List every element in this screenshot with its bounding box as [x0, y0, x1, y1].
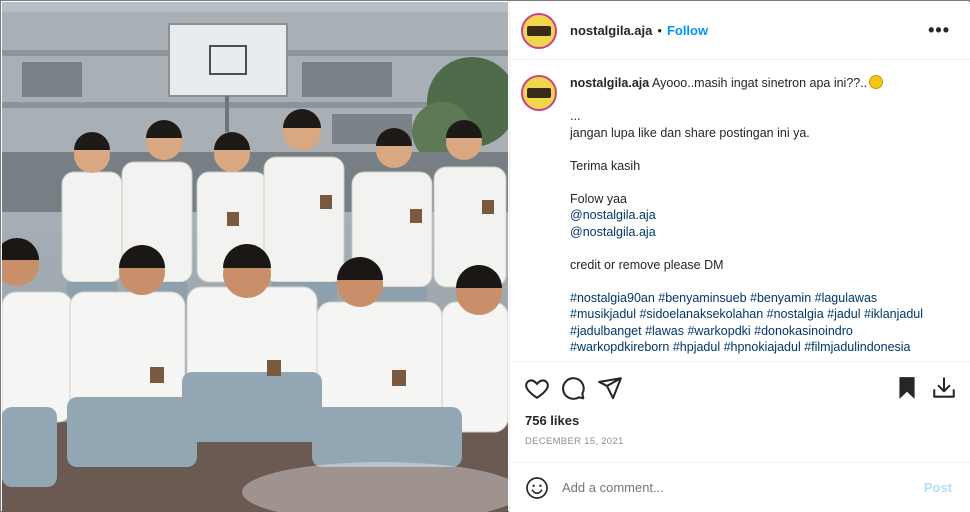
caption-line: jangan lupa like dan share postingan ini…: [570, 125, 810, 140]
caption-avatar-logo: [527, 88, 551, 98]
caption-line: [570, 141, 940, 158]
emoji-icon[interactable]: [525, 476, 549, 500]
caption-first-line: nostalgila.aja Ayooo..masih ingat sinetr…: [570, 75, 940, 92]
caption-row: nostalgila.aja Ayooo..masih ingat sinetr…: [521, 75, 956, 356]
caption-line: Terima kasih: [570, 158, 641, 173]
caption-hashtags[interactable]: #musikjadul #sidoelanaksekolahan #nostal…: [570, 306, 940, 323]
header-separator: •: [657, 23, 662, 38]
post-header: nostalgila.aja • Follow •••: [510, 2, 970, 60]
caption-line: Folow yaa: [570, 191, 627, 206]
caption-text: nostalgila.aja Ayooo..masih ingat sinetr…: [570, 75, 940, 356]
post-date[interactable]: DECEMBER 15, 2021: [525, 436, 624, 447]
post-side-panel: nostalgila.aja • Follow ••• nostalgila.a…: [509, 2, 970, 512]
smile-emoji-icon: [869, 75, 884, 89]
caption-avatar[interactable]: [521, 75, 557, 111]
caption-line: ...: [570, 109, 581, 123]
bookmark-icon[interactable]: [894, 375, 920, 401]
caption-line: [570, 240, 940, 257]
caption-gap: [570, 92, 940, 109]
post-comment-button[interactable]: Post: [924, 480, 952, 495]
caption-username[interactable]: nostalgila.aja: [570, 76, 649, 90]
caption-mention[interactable]: @nostalgila.aja: [570, 207, 940, 224]
caption-line: [570, 273, 940, 290]
action-bar: [510, 361, 970, 413]
avatar-logo: [527, 25, 551, 36]
header-username[interactable]: nostalgila.aja: [570, 23, 652, 38]
comment-input[interactable]: [562, 480, 902, 495]
caption-line: [570, 174, 940, 191]
heart-icon[interactable]: [524, 375, 550, 401]
caption-hashtags[interactable]: #jadulbanget #lawas #warkopdki #donokasi…: [570, 323, 940, 340]
post-photo-image: [2, 2, 508, 512]
caption-hashtags[interactable]: #warkopdkireborn #hpjadul #hpnokiajadul …: [570, 339, 940, 356]
follow-button[interactable]: Follow: [667, 23, 708, 38]
caption-hashtags[interactable]: #nostalgia90an #benyaminsueb #benyamin #…: [570, 290, 940, 307]
caption-mention[interactable]: @nostalgila.aja: [570, 224, 940, 241]
more-options-icon[interactable]: •••: [928, 20, 950, 41]
instagram-post-window: nostalgila.aja • Follow ••• nostalgila.a…: [0, 0, 970, 512]
comment-icon[interactable]: [560, 375, 586, 401]
share-icon[interactable]: [597, 375, 623, 401]
avatar[interactable]: [521, 12, 557, 49]
caption-line: credit or remove please DM: [570, 257, 724, 272]
comment-bar: Post: [510, 462, 970, 512]
caption-body: Ayooo..masih ingat sinetron apa ini??..: [652, 76, 868, 90]
post-photo[interactable]: [2, 2, 508, 512]
download-icon[interactable]: [931, 375, 957, 401]
caption-area[interactable]: nostalgila.aja Ayooo..masih ingat sinetr…: [510, 61, 970, 361]
likes-count[interactable]: 756 likes: [525, 413, 579, 428]
